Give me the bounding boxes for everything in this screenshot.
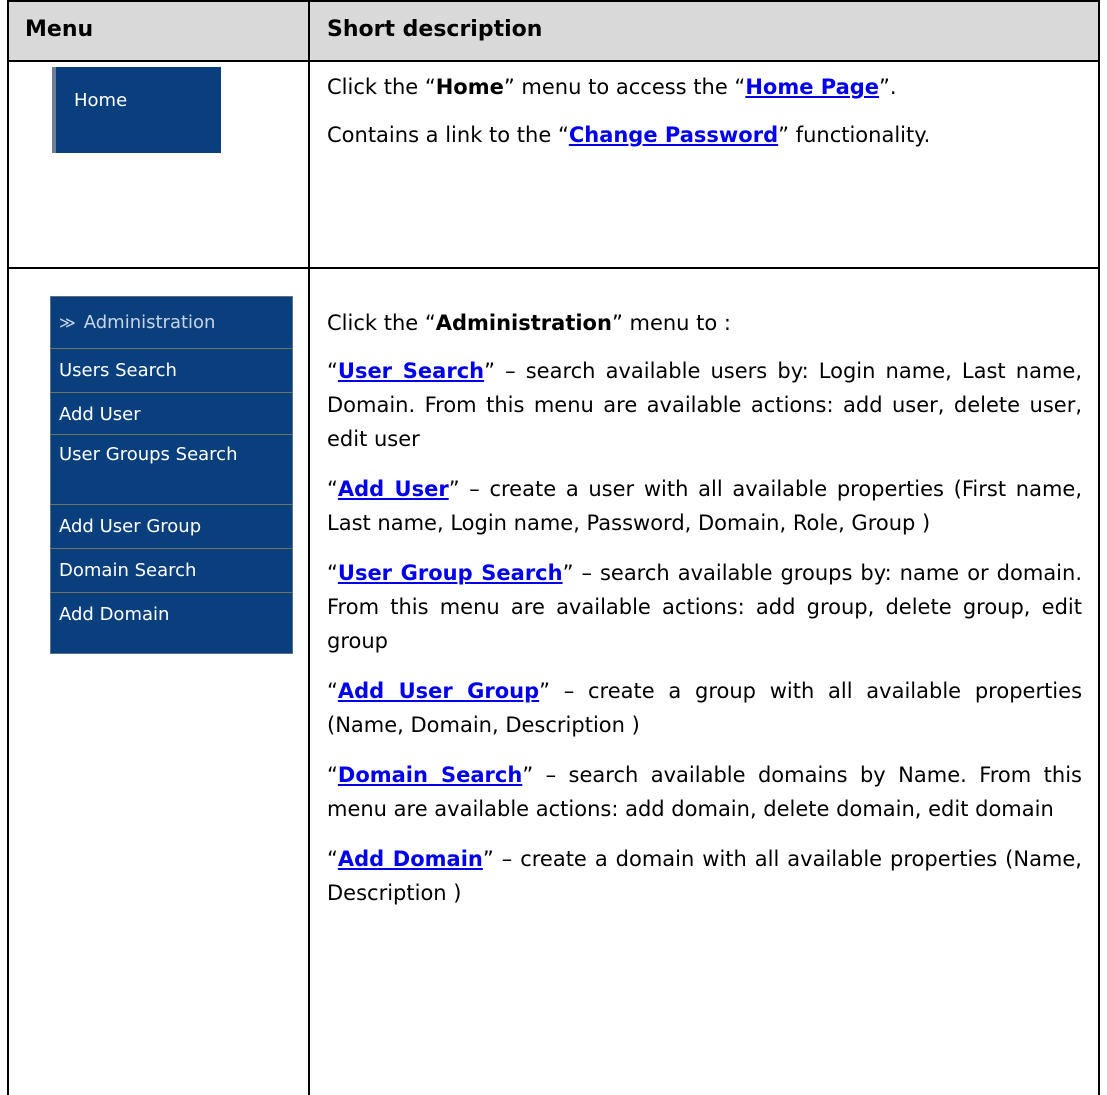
admin-desc-intro: Click the “Administration” menu to :: [327, 311, 731, 335]
menu-item-add-user-group[interactable]: Add User Group: [51, 505, 292, 549]
admin-entry-user-group-search: “User Group Search” – search available g…: [327, 561, 1083, 653]
administration-menu-image: ≫ Administration Users Search Add User Us…: [50, 296, 293, 654]
menu-item-domain-search[interactable]: Domain Search: [51, 549, 292, 593]
home-description: Click the “Home” menu to access the “Hom…: [327, 70, 1082, 168]
chevron-down-icon: ≫: [59, 313, 76, 332]
row-divider: [7, 267, 1100, 269]
menu-item-add-domain[interactable]: Add Domain: [51, 593, 292, 653]
home-menu-image[interactable]: Home: [52, 67, 221, 153]
menu-item-add-user[interactable]: Add User: [51, 393, 292, 435]
admin-entry-add-user: “Add User” – create a user with all avai…: [327, 477, 1082, 535]
change-password-link[interactable]: Change Password: [569, 123, 778, 147]
admin-entry-user-search: “User Search” – search available users b…: [327, 359, 1082, 451]
home-page-link[interactable]: Home Page: [745, 75, 879, 99]
column-divider: [308, 0, 310, 1095]
table-border-left: [7, 0, 9, 1095]
add-user-group-link[interactable]: Add User Group: [338, 679, 539, 703]
feature-table: Menu Short description Home Click the “H…: [7, 0, 1100, 1095]
header-menu: Menu: [25, 17, 94, 42]
admin-entry-add-user-group: “Add User Group” – create a group with a…: [327, 679, 1083, 737]
user-group-search-link[interactable]: User Group Search: [338, 561, 563, 585]
home-menu-label: Home: [74, 90, 128, 111]
table-border-right: [1098, 0, 1100, 1095]
home-desc-line-2: Contains a link to the “Change Password”…: [327, 123, 931, 147]
admin-entry-add-domain: “Add Domain” – create a domain with all …: [327, 847, 1082, 905]
add-user-link[interactable]: Add User: [338, 477, 449, 501]
menu-item-users-search[interactable]: Users Search: [51, 349, 292, 393]
home-desc-line-1: Click the “Home” menu to access the “Hom…: [327, 75, 897, 99]
header-description: Short description: [327, 17, 543, 42]
add-domain-link[interactable]: Add Domain: [338, 847, 483, 871]
menu-item-user-groups-search[interactable]: User Groups Search: [51, 435, 292, 505]
domain-search-link[interactable]: Domain Search: [338, 763, 522, 787]
administration-menu-header[interactable]: ≫ Administration: [51, 297, 292, 349]
user-search-link[interactable]: User Search: [338, 359, 484, 383]
administration-description: Click the “Administration” menu to : “Us…: [327, 306, 1082, 910]
table-header-row: [7, 0, 1100, 62]
admin-entry-domain-search: “Domain Search” – search available domai…: [327, 763, 1082, 821]
